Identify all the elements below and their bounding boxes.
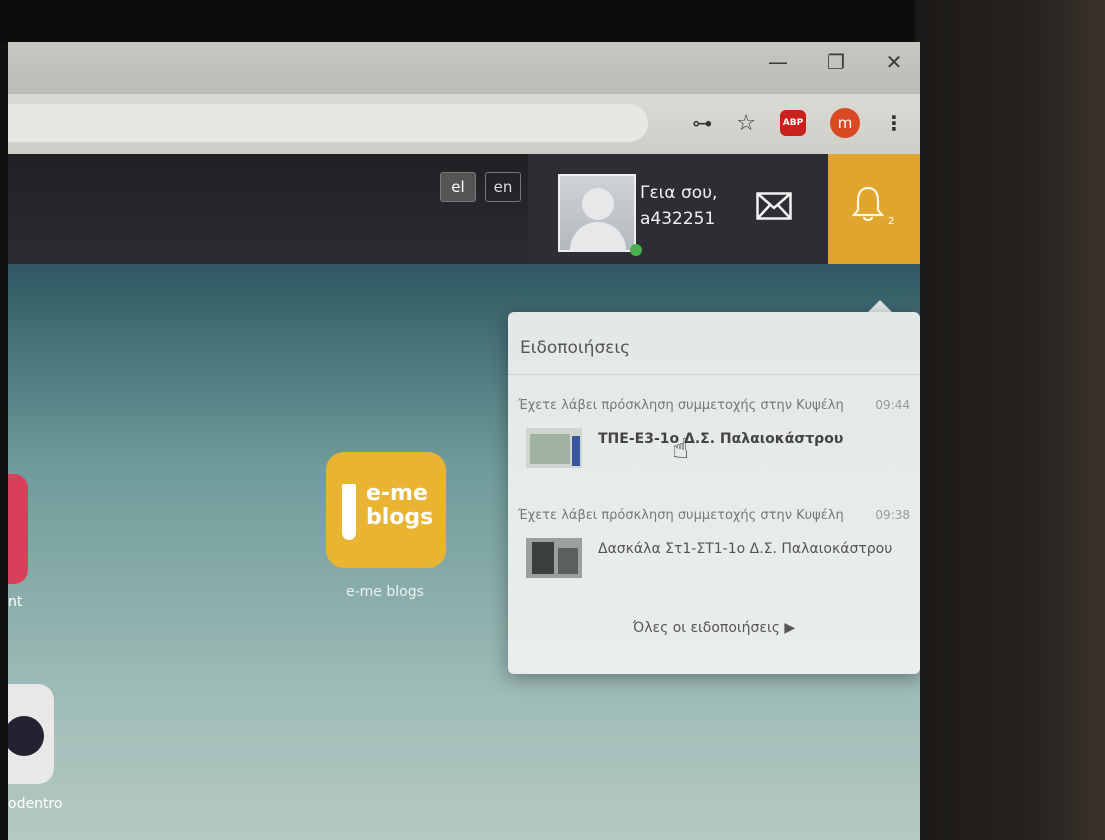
- notification-item[interactable]: Έχετε λάβει πρόσκληση συμμετοχής στην Κυ…: [508, 392, 920, 502]
- minimize-button[interactable]: —: [766, 50, 790, 74]
- address-bar[interactable]: [8, 104, 648, 142]
- group-thumbnail-icon: [526, 428, 582, 468]
- app-tile-bottom-label: odentro: [8, 796, 63, 812]
- dropdown-caret: [868, 300, 892, 312]
- restore-button[interactable]: ❐: [824, 50, 848, 74]
- all-notifications-link[interactable]: Όλες οι ειδοποιήσεις ▶: [508, 620, 920, 636]
- user-greeting[interactable]: Γεια σου, a432251: [640, 180, 717, 232]
- lang-en-button[interactable]: en: [485, 172, 521, 202]
- browser-window: — ❐ ✕ ⊶ ☆ ABP m ⋮ el en Γεια σου, a43225…: [8, 42, 920, 840]
- notification-time: 09:44: [875, 398, 910, 412]
- app-tile-left[interactable]: [8, 474, 28, 584]
- lang-el-button[interactable]: el: [440, 172, 476, 202]
- site-header: el en Γεια σου, a432251 2: [8, 154, 920, 264]
- app-tile-eme-blogs[interactable]: e-me blogs: [326, 452, 446, 568]
- notification-time: 09:38: [875, 508, 910, 522]
- bell-icon: [851, 186, 885, 222]
- close-button[interactable]: ✕: [882, 50, 906, 74]
- window-controls: — ❐ ✕: [766, 50, 906, 74]
- mail-icon[interactable]: [756, 192, 792, 220]
- blogs-tile-text-line2: blogs: [366, 505, 434, 530]
- notifications-button[interactable]: 2: [828, 154, 920, 264]
- user-avatar[interactable]: [558, 174, 636, 252]
- notification-count-badge: 2: [888, 216, 895, 227]
- group-thumbnail-icon: [526, 538, 582, 578]
- notification-group-name[interactable]: ΤΠΕ-Ε3-1ο Δ.Σ. Παλαιοκάστρου: [598, 428, 898, 450]
- notification-group-name[interactable]: Δασκάλα Στ1-ΣΤ1-1ο Δ.Σ. Παλαιοκάστρου: [598, 538, 898, 560]
- pencil-icon: [342, 484, 356, 540]
- toolbar-icons: ⊶ ☆ ABP m ⋮: [692, 108, 904, 138]
- blogs-tile-text-line1: e-me: [366, 481, 428, 506]
- greeting-line: Γεια σου,: [640, 183, 718, 203]
- star-icon[interactable]: ☆: [736, 111, 756, 136]
- notification-message: Έχετε λάβει πρόσκληση συμμετοχής στην Κυ…: [518, 398, 844, 413]
- screen: — ❐ ✕ ⊶ ☆ ABP m ⋮ el en Γεια σου, a43225…: [0, 0, 1105, 840]
- title-bar: — ❐ ✕: [8, 42, 920, 94]
- app-tile-bottom[interactable]: [8, 684, 54, 784]
- browser-menu-icon[interactable]: ⋮: [884, 111, 904, 135]
- app-logo-icon: [8, 716, 44, 756]
- app-tile-eme-blogs-label: e-me blogs: [346, 584, 424, 600]
- monitor-bezel-right: [915, 0, 1105, 840]
- browser-toolbar: ⊶ ☆ ABP m ⋮: [8, 94, 920, 154]
- blogs-tile-text: e-me blogs: [366, 482, 433, 530]
- notification-item[interactable]: Έχετε λάβει πρόσκληση συμμετοχής στην Κυ…: [508, 502, 920, 612]
- divider: [508, 374, 920, 375]
- key-icon[interactable]: ⊶: [692, 111, 712, 135]
- online-status-icon: [630, 244, 642, 256]
- adblock-icon[interactable]: ABP: [780, 110, 806, 136]
- notifications-title: Ειδοποιήσεις: [520, 338, 631, 358]
- profile-avatar-button[interactable]: m: [830, 108, 860, 138]
- hand-cursor-icon: ☝: [672, 432, 690, 465]
- notifications-dropdown: Ειδοποιήσεις Έχετε λάβει πρόσκληση συμμε…: [508, 312, 920, 674]
- user-area: Γεια σου, a432251: [528, 154, 828, 264]
- notification-message: Έχετε λάβει πρόσκληση συμμετοχής στην Κυ…: [518, 508, 844, 523]
- username: a432251: [640, 209, 716, 229]
- app-tile-left-label: nt: [8, 594, 23, 610]
